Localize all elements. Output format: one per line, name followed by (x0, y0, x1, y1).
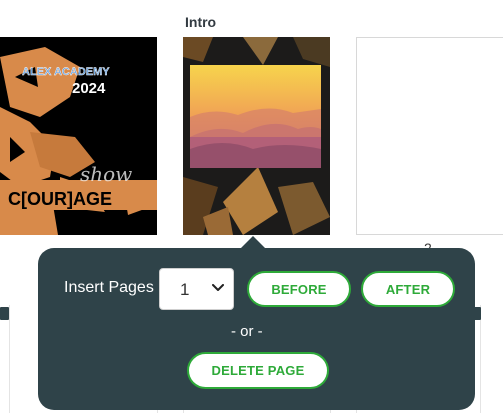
page-thumbnail-intro[interactable] (183, 37, 330, 235)
page-thumbnail-cover[interactable]: ALEX ACADEMY 2024 show C[OUR]AGE (0, 37, 157, 235)
cover-script-text: show (80, 162, 132, 186)
page-count-value: 1 (180, 280, 190, 299)
user-icon (0, 307, 9, 320)
intro-artwork (183, 37, 330, 235)
page-count-select[interactable]: 1 (159, 268, 234, 310)
cover-year-text: 2024 (72, 80, 106, 97)
delete-page-button[interactable]: DELETE PAGE (187, 352, 329, 389)
or-separator: - or - (231, 323, 263, 340)
insert-after-button[interactable]: AFTER (361, 271, 455, 307)
cover-artwork: ALEX ACADEMY 2024 show C[OUR]AGE (0, 37, 157, 235)
insert-before-button[interactable]: BEFORE (247, 271, 351, 307)
page-title: Intro (185, 14, 217, 30)
page-thumbnail-blank[interactable] (356, 37, 503, 235)
cover-title-text: ALEX ACADEMY (22, 66, 110, 78)
insert-pages-label: Insert Pages (64, 279, 154, 296)
chevron-down-icon (212, 284, 224, 291)
cover-word-text: C[OUR]AGE (8, 189, 112, 209)
